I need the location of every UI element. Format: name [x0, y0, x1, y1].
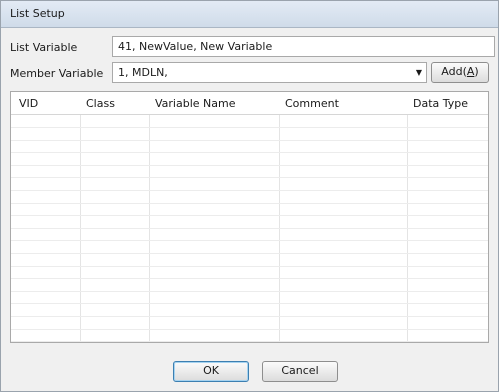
empty-row-line: [11, 329, 488, 330]
table-header: VID Class Variable Name Comment Data Typ…: [11, 92, 488, 115]
empty-row-line: [11, 190, 488, 191]
column-header-variable-name[interactable]: Variable Name: [155, 97, 236, 110]
column-header-class[interactable]: Class: [86, 97, 115, 110]
member-variable-value: 1, MDLN,: [118, 66, 168, 79]
window-title: List Setup: [10, 7, 65, 20]
empty-row-line: [11, 127, 488, 128]
empty-row-line: [11, 291, 488, 292]
empty-row-line: [11, 303, 488, 304]
empty-row-line: [11, 177, 488, 178]
column-header-comment[interactable]: Comment: [285, 97, 339, 110]
column-header-data-type[interactable]: Data Type: [413, 97, 468, 110]
empty-row-line: [11, 152, 488, 153]
list-setup-dialog: List Setup List Variable 41, NewValue, N…: [0, 0, 499, 392]
empty-row-line: [11, 140, 488, 141]
empty-row-line: [11, 203, 488, 204]
column-divider: [279, 92, 280, 342]
empty-row-line: [11, 215, 488, 216]
member-variable-label: Member Variable: [10, 67, 104, 80]
title-bar: List Setup: [1, 1, 498, 28]
empty-row-line: [11, 266, 488, 267]
add-button[interactable]: Add(A): [431, 62, 489, 83]
column-header-vid[interactable]: VID: [19, 97, 38, 110]
column-divider: [407, 92, 408, 342]
empty-row-line: [11, 228, 488, 229]
empty-row-line: [11, 253, 488, 254]
empty-row-line: [11, 341, 488, 342]
empty-row-line: [11, 240, 488, 241]
member-list-table[interactable]: VID Class Variable Name Comment Data Typ…: [10, 91, 489, 343]
cancel-button[interactable]: Cancel: [262, 361, 338, 382]
chevron-down-icon[interactable]: ▼: [416, 68, 422, 77]
list-variable-field[interactable]: 41, NewValue, New Variable: [112, 36, 495, 57]
list-variable-label: List Variable: [10, 41, 78, 54]
empty-row-line: [11, 165, 488, 166]
empty-row-line: [11, 316, 488, 317]
member-variable-select[interactable]: 1, MDLN, ▼: [112, 62, 427, 83]
ok-button[interactable]: OK: [173, 361, 249, 382]
column-divider: [149, 92, 150, 342]
column-divider: [80, 92, 81, 342]
empty-row-line: [11, 278, 488, 279]
